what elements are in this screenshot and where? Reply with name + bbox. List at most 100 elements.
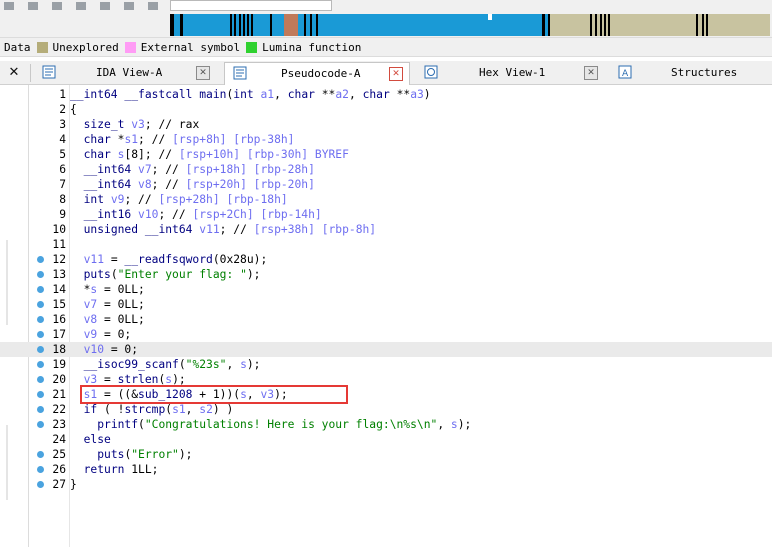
code-line[interactable]: 6 __int64 v7; // [rsp+18h] [rbp-28h]: [0, 162, 772, 177]
code-text[interactable]: else: [70, 432, 111, 447]
line-number: 5: [59, 148, 66, 161]
line-number: 4: [59, 133, 66, 146]
code-line[interactable]: 22 if ( !strcmp(s1, s2) ): [0, 402, 772, 417]
navigation-band[interactable]: [170, 14, 770, 36]
legend-unexplored: Unexplored: [36, 41, 119, 54]
toolbar-icon[interactable]: [4, 2, 14, 10]
code-line[interactable]: 24 else: [0, 432, 772, 447]
code-text[interactable]: unsigned __int64 v11; // [rsp+38h] [rbp-…: [70, 222, 377, 237]
code-line[interactable]: 1 __int64 __fastcall main(int a1, char **…: [0, 87, 772, 102]
code-text[interactable]: __int64 v7; // [rsp+18h] [rbp-28h]: [70, 162, 315, 177]
code-text[interactable]: v11 = __readfsqword(0x28u);: [70, 252, 268, 267]
toolbar-icon[interactable]: [148, 2, 158, 10]
code-line[interactable]: 19 __isoc99_scanf("%23s", s);: [0, 357, 772, 372]
line-number: 25: [52, 448, 66, 461]
code-text[interactable]: puts("Enter your flag: ");: [70, 267, 261, 282]
code-text[interactable]: __int64 v8; // [rsp+20h] [rbp-20h]: [70, 177, 315, 192]
code-text[interactable]: int v9; // [rsp+28h] [rbp-18h]: [70, 192, 288, 207]
close-tab-icon[interactable]: ✕: [389, 67, 403, 81]
code-text[interactable]: return 1LL;: [70, 462, 159, 477]
pseudocode-view[interactable]: 1 __int64 __fastcall main(int a1, char **…: [0, 85, 772, 547]
code-text[interactable]: v8 = 0LL;: [70, 312, 145, 327]
tab-structures[interactable]: A Structures: [610, 62, 772, 83]
breakpoint-dot-icon[interactable]: [37, 451, 44, 458]
tab-hex-view[interactable]: Hex View-1 ✕: [416, 62, 604, 83]
toolbar-icon[interactable]: [124, 2, 134, 10]
close-panel-icon[interactable]: ✕: [6, 65, 22, 81]
breakpoint-dot-icon[interactable]: [37, 466, 44, 473]
code-text[interactable]: __isoc99_scanf("%23s", s);: [70, 357, 261, 372]
tab-pseudocode[interactable]: Pseudocode-A ✕: [224, 62, 410, 85]
code-line[interactable]: 7 __int64 v8; // [rsp+20h] [rbp-20h]: [0, 177, 772, 192]
code-text[interactable]: char s[8]; // [rsp+10h] [rbp-30h] BYREF: [70, 147, 349, 162]
code-text[interactable]: v9 = 0;: [70, 327, 132, 342]
code-line[interactable]: 13 puts("Enter your flag: ");: [0, 267, 772, 282]
breakpoint-dot-icon[interactable]: [37, 286, 44, 293]
code-text[interactable]: __int16 v10; // [rsp+2Ch] [rbp-14h]: [70, 207, 322, 222]
code-text[interactable]: v7 = 0LL;: [70, 297, 145, 312]
code-line[interactable]: 12 v11 = __readfsqword(0x28u);: [0, 252, 772, 267]
breakpoint-dot-icon[interactable]: [37, 406, 44, 413]
code-line[interactable]: 23 printf("Congratulations! Here is your…: [0, 417, 772, 432]
toolbar-icon[interactable]: [52, 2, 62, 10]
breakpoint-dot-icon[interactable]: [37, 256, 44, 263]
code-line[interactable]: 14 *s = 0LL;: [0, 282, 772, 297]
code-text[interactable]: size_t v3; // rax: [70, 117, 200, 132]
breakpoint-dot-icon[interactable]: [37, 271, 44, 278]
breakpoint-dot-icon[interactable]: [37, 391, 44, 398]
code-line[interactable]: 18 v10 = 0;: [0, 342, 772, 357]
toolbar-combo[interactable]: [170, 0, 332, 11]
line-number: 10: [52, 223, 66, 236]
line-number: 18: [52, 343, 66, 356]
code-line[interactable]: 4 char *s1; // [rsp+8h] [rbp-38h]: [0, 132, 772, 147]
code-line[interactable]: 27}: [0, 477, 772, 492]
breakpoint-dot-icon[interactable]: [37, 361, 44, 368]
toolbar-icon[interactable]: [28, 2, 38, 10]
code-text[interactable]: puts("Error");: [70, 447, 192, 462]
breakpoint-dot-icon[interactable]: [37, 481, 44, 488]
code-text[interactable]: {: [70, 102, 77, 117]
code-line[interactable]: 10 unsigned __int64 v11; // [rsp+38h] [r…: [0, 222, 772, 237]
tab-ida-view[interactable]: IDA View-A ✕: [34, 62, 216, 83]
line-number: 23: [52, 418, 66, 431]
breakpoint-dot-icon[interactable]: [37, 376, 44, 383]
tab-hex-view-label: Hex View-1: [479, 66, 546, 79]
code-text[interactable]: v10 = 0;: [70, 342, 138, 357]
tab-ida-view-label: IDA View-A: [96, 66, 163, 79]
code-line[interactable]: 2{: [0, 102, 772, 117]
legend-lumina-label: Lumina function: [262, 40, 362, 54]
code-line[interactable]: 16 v8 = 0LL;: [0, 312, 772, 327]
tab-structures-label: Structures: [671, 66, 738, 79]
code-text[interactable]: char *s1; // [rsp+8h] [rbp-38h]: [70, 132, 295, 147]
breakpoint-dot-icon[interactable]: [37, 346, 44, 353]
code-line[interactable]: 25 puts("Error");: [0, 447, 772, 462]
code-text[interactable]: __int64 __fastcall main(int a1, char **a…: [70, 87, 431, 102]
breakpoint-dot-icon[interactable]: [37, 331, 44, 338]
toolbar-icon[interactable]: [76, 2, 86, 10]
code-line[interactable]: 3 size_t v3; // rax: [0, 117, 772, 132]
code-line[interactable]: 5 char s[8]; // [rsp+10h] [rbp-30h] BYRE…: [0, 147, 772, 162]
code-text[interactable]: *s = 0LL;: [70, 282, 145, 297]
close-tab-icon[interactable]: ✕: [584, 66, 598, 80]
close-tab-icon[interactable]: ✕: [196, 66, 210, 80]
code-text[interactable]: }: [70, 477, 77, 492]
unexplored-swatch: [36, 41, 48, 53]
structures-icon: A: [618, 65, 632, 79]
code-line[interactable]: 15 v7 = 0LL;: [0, 297, 772, 312]
code-line[interactable]: 17 v9 = 0;: [0, 327, 772, 342]
ida-view-icon: [42, 65, 56, 79]
breakpoint-dot-icon[interactable]: [37, 301, 44, 308]
line-number: 11: [52, 238, 66, 251]
code-line[interactable]: 11: [0, 237, 772, 252]
breakpoint-dot-icon[interactable]: [37, 421, 44, 428]
code-text[interactable]: if ( !strcmp(s1, s2) ): [70, 402, 234, 417]
toolbar-icon[interactable]: [100, 2, 110, 10]
code-line[interactable]: 26 return 1LL;: [0, 462, 772, 477]
line-number: 15: [52, 298, 66, 311]
breakpoint-dot-icon[interactable]: [37, 316, 44, 323]
code-text[interactable]: printf("Congratulations! Here is your fl…: [70, 417, 471, 432]
code-line[interactable]: 8 int v9; // [rsp+28h] [rbp-18h]: [0, 192, 772, 207]
line-number: 26: [52, 463, 66, 476]
code-line[interactable]: 9 __int16 v10; // [rsp+2Ch] [rbp-14h]: [0, 207, 772, 222]
external-symbol-swatch: [124, 41, 136, 53]
